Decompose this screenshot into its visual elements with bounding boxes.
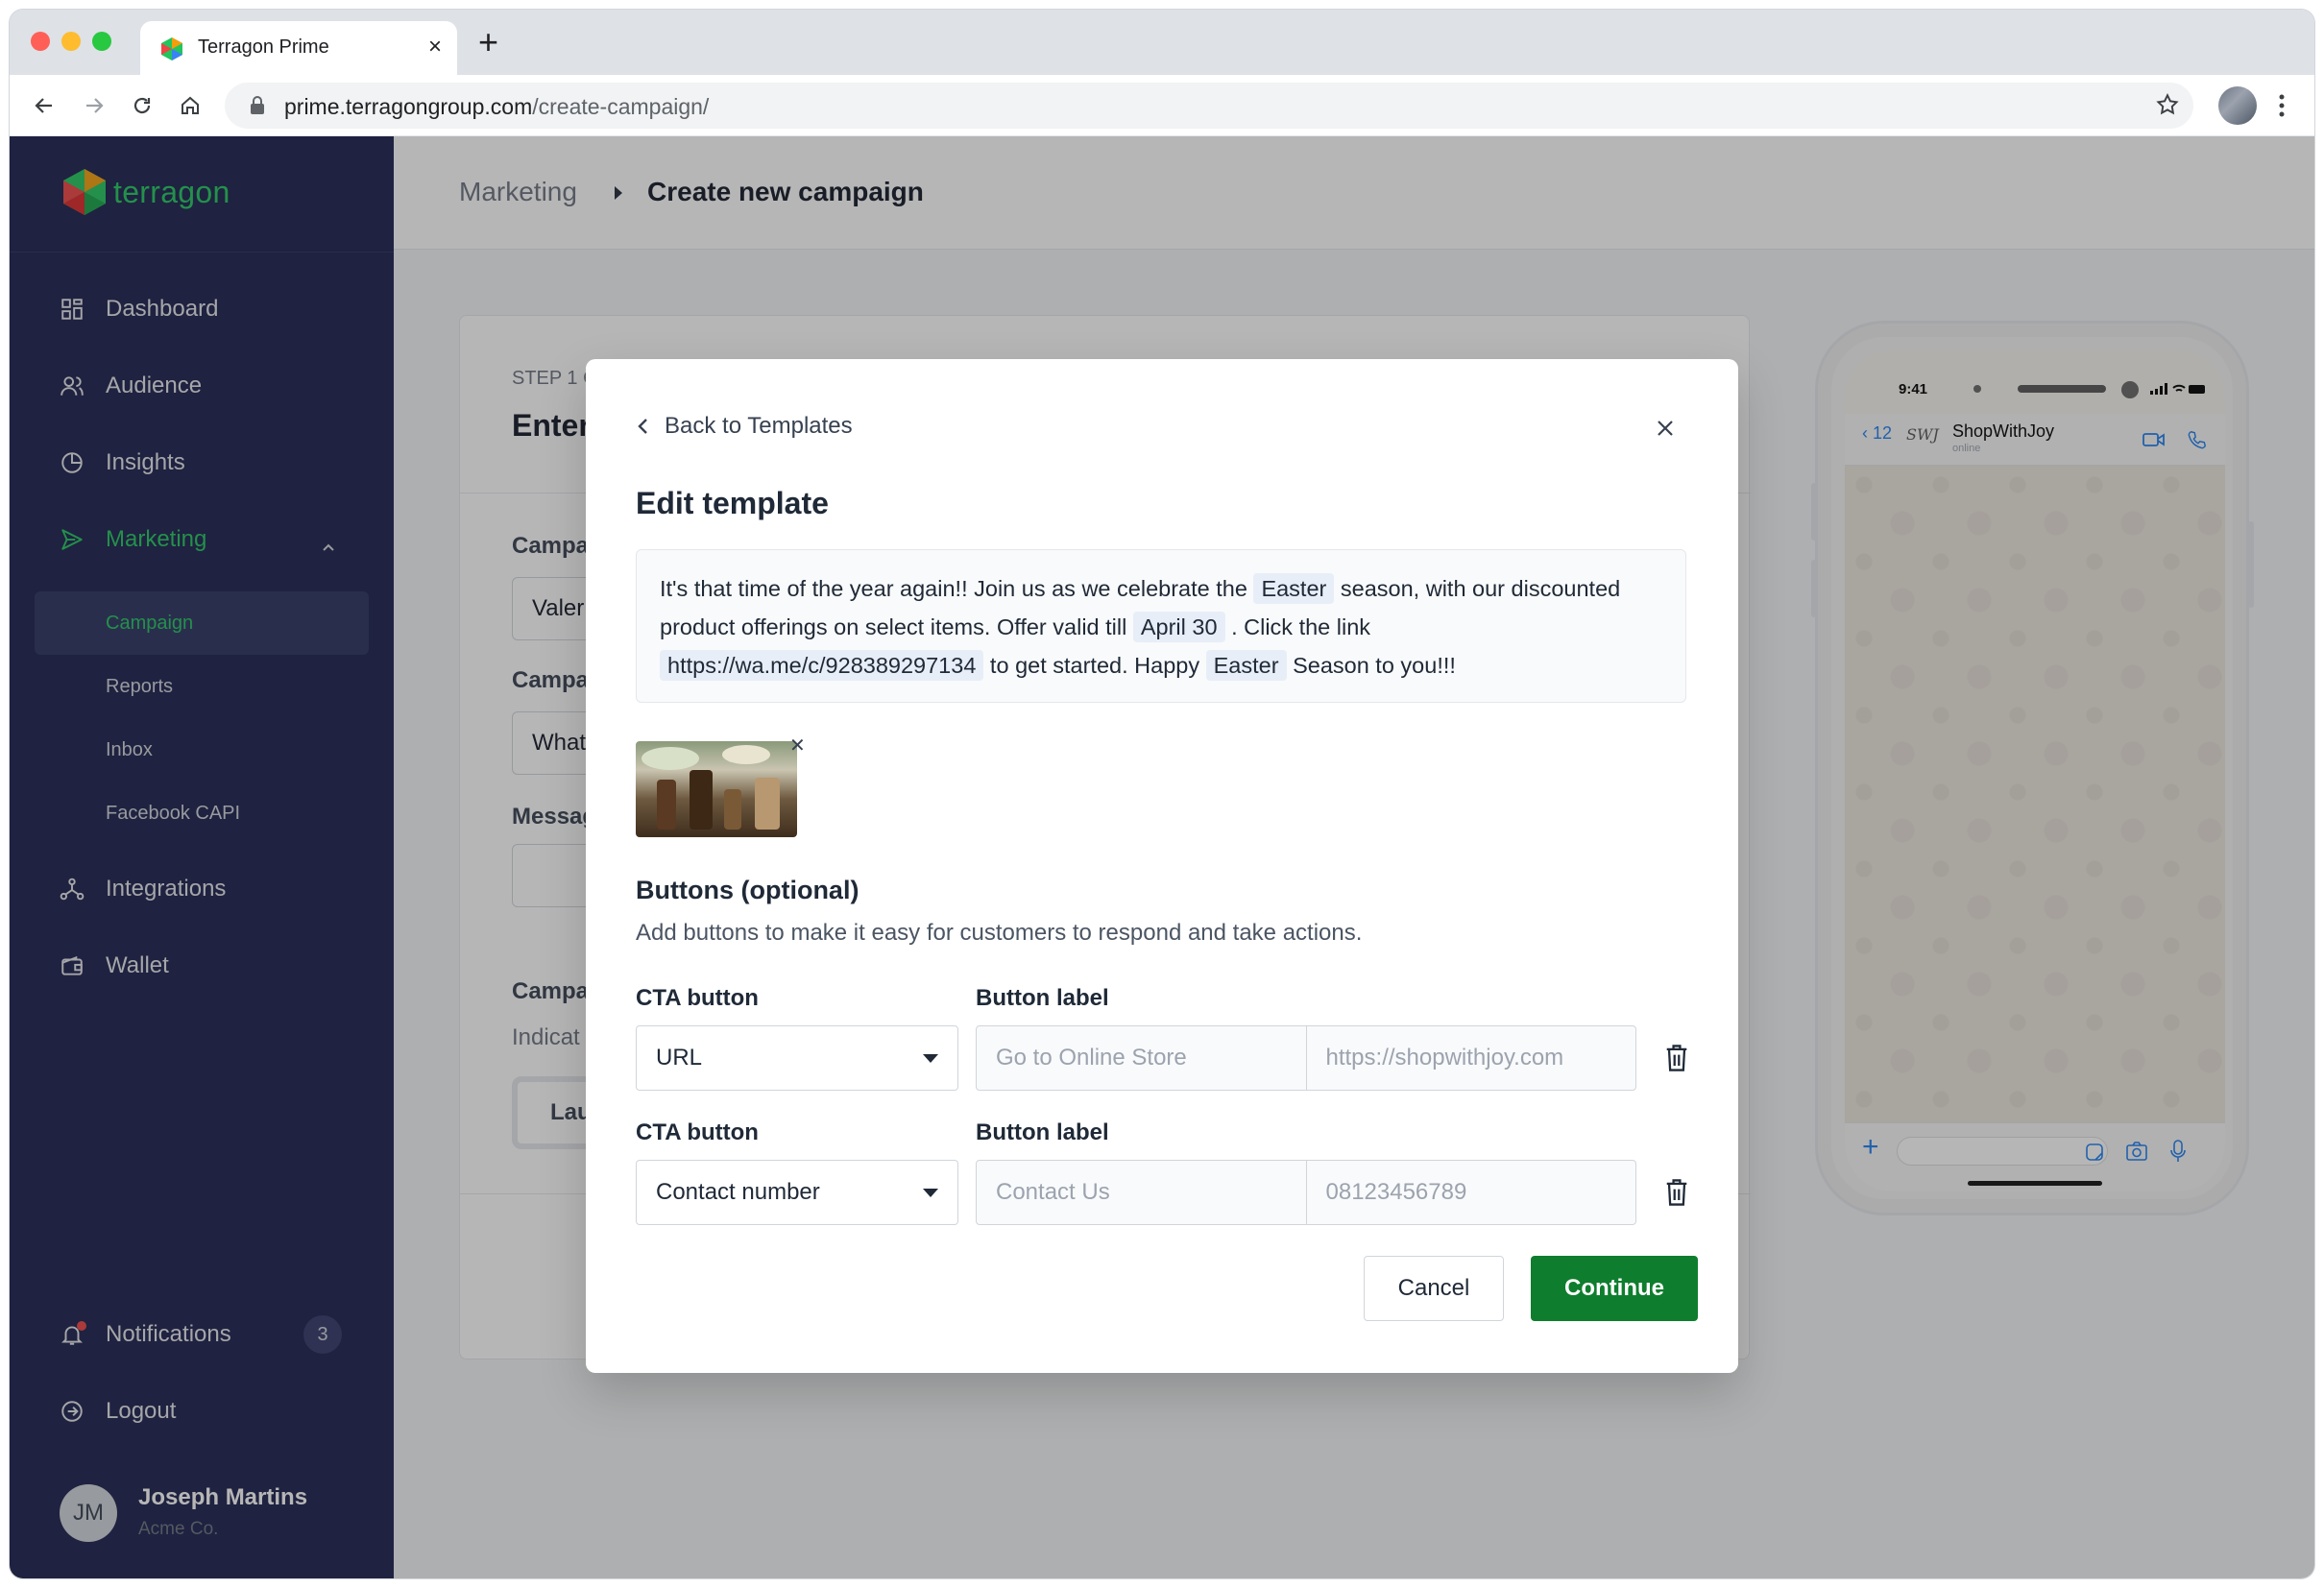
close-window-button[interactable]	[31, 32, 50, 51]
back-to-templates-label: Back to Templates	[665, 413, 853, 439]
message-text: to get started. Happy	[983, 653, 1206, 678]
url-field[interactable]: prime.terragongroup.com/create-campaign/	[225, 83, 2193, 129]
cta-button-label: CTA button	[636, 1119, 759, 1145]
cta-type-value: URL	[656, 1045, 703, 1071]
thumbnail-detail	[657, 780, 676, 830]
cta-type-select[interactable]: URL	[636, 1025, 958, 1091]
thumbnail-detail	[722, 745, 770, 764]
modal-title: Edit template	[636, 486, 829, 520]
new-tab-icon[interactable]: +	[478, 25, 498, 60]
template-image-thumbnail	[636, 741, 797, 837]
close-icon[interactable]	[1654, 417, 1677, 440]
forward-arrow-icon[interactable]	[77, 88, 111, 123]
button-url-input[interactable]: https://shopwithjoy.com	[1305, 1026, 1636, 1090]
template-variable[interactable]: Easter	[1253, 573, 1335, 604]
thumbnail-detail	[724, 789, 741, 830]
template-message-editor[interactable]: It's that time of the year again!! Join …	[636, 549, 1686, 703]
button-label-label: Button label	[976, 985, 1109, 1011]
button-input-group: Contact Us 08123456789	[976, 1160, 1636, 1225]
address-bar: prime.terragongroup.com/create-campaign/	[10, 75, 2314, 136]
caret-down-icon	[923, 1188, 938, 1197]
minimize-window-button[interactable]	[61, 32, 81, 51]
edit-template-modal: Back to Templates Edit template It's tha…	[586, 359, 1738, 1373]
trash-icon[interactable]	[1663, 1043, 1690, 1073]
browser-profile-avatar[interactable]	[2218, 86, 2257, 125]
trash-icon[interactable]	[1663, 1177, 1690, 1208]
message-text: Season to you!!!	[1286, 653, 1456, 678]
tab-bar: Terragon Prime × +	[10, 10, 2314, 75]
cta-button-label: CTA button	[636, 985, 759, 1011]
url-host: prime.terragongroup.com	[284, 94, 533, 119]
template-variable[interactable]: https://wa.me/c/928389297134	[660, 650, 984, 681]
browser-tab[interactable]: Terragon Prime ×	[140, 21, 457, 75]
message-text: . Click the link	[1224, 614, 1371, 639]
back-to-templates-link[interactable]: Back to Templates	[636, 413, 853, 440]
maximize-window-button[interactable]	[92, 32, 111, 51]
button-input-group: Go to Online Store https://shopwithjoy.c…	[976, 1025, 1636, 1091]
template-variable[interactable]: April 30	[1132, 612, 1225, 642]
reload-icon[interactable]	[125, 88, 159, 123]
browser-menu-icon[interactable]	[2276, 90, 2288, 121]
home-icon[interactable]	[173, 88, 207, 123]
remove-image-icon[interactable]: ✕	[789, 734, 806, 758]
lock-icon	[251, 96, 264, 114]
url-path: /create-campaign/	[532, 94, 710, 119]
message-text: It's that time of the year again!! Join …	[660, 576, 1254, 601]
template-variable[interactable]: Easter	[1205, 650, 1287, 681]
terragon-favicon-icon	[161, 37, 182, 60]
cta-type-select[interactable]: Contact number	[636, 1160, 958, 1225]
chevron-left-icon	[638, 419, 647, 434]
back-arrow-icon[interactable]	[27, 88, 61, 123]
button-label-label: Button label	[976, 1119, 1109, 1145]
cta-type-value: Contact number	[656, 1179, 820, 1205]
button-phone-input[interactable]: 08123456789	[1305, 1161, 1636, 1224]
cancel-button[interactable]: Cancel	[1364, 1256, 1504, 1321]
tab-title: Terragon Prime	[198, 36, 329, 58]
continue-button[interactable]: Continue	[1531, 1256, 1698, 1321]
thumbnail-detail	[690, 770, 713, 830]
button-label-input[interactable]: Contact Us	[977, 1161, 1306, 1224]
buttons-subtext: Add buttons to make it easy for customer…	[636, 920, 1363, 946]
button-label-input[interactable]: Go to Online Store	[977, 1026, 1306, 1090]
bookmark-star-icon[interactable]	[2155, 92, 2180, 117]
browser-window: Terragon Prime × + prime.terragongroup.c…	[10, 10, 2314, 1578]
caret-down-icon	[923, 1053, 938, 1063]
thumbnail-detail	[642, 747, 699, 770]
thumbnail-detail	[755, 778, 780, 830]
tab-close-icon[interactable]: ×	[428, 33, 442, 61]
buttons-heading: Buttons (optional)	[636, 876, 859, 904]
app: terragon Dashboard Audience Insights Mar…	[10, 136, 2314, 1578]
